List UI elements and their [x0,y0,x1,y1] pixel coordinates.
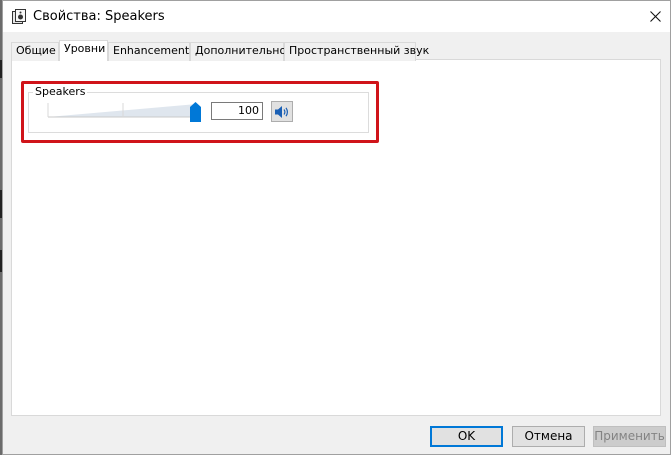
cancel-button[interactable]: Отмена [512,426,585,447]
mute-button[interactable] [271,101,293,122]
speaker-app-icon [12,9,26,24]
properties-dialog: Свойства: Speakers Общие Уровни Enhancem… [2,0,671,455]
tab-enhancements[interactable]: Enhancements [108,42,195,61]
tab-levels[interactable]: Уровни [59,40,108,61]
speaker-volume-icon [275,105,288,118]
window-title: Свойства: Speakers [33,9,165,24]
volume-slider-track [47,103,197,118]
ok-button[interactable]: OK [430,426,503,447]
tab-advanced[interactable]: Дополнительно [190,42,286,61]
close-icon [649,11,661,22]
speakers-group-label: Speakers [33,85,88,98]
apply-button[interactable]: Применить [593,426,666,447]
volume-slider-thumb[interactable] [190,102,201,122]
tab-spatial-sound[interactable]: Пространственный звук [284,42,429,61]
close-button[interactable] [640,1,670,32]
title-bar[interactable]: Свойства: Speakers [3,1,670,32]
tab-general[interactable]: Общие [11,42,59,61]
volume-value-field[interactable]: 100 [211,102,263,120]
volume-slider[interactable] [47,100,204,122]
